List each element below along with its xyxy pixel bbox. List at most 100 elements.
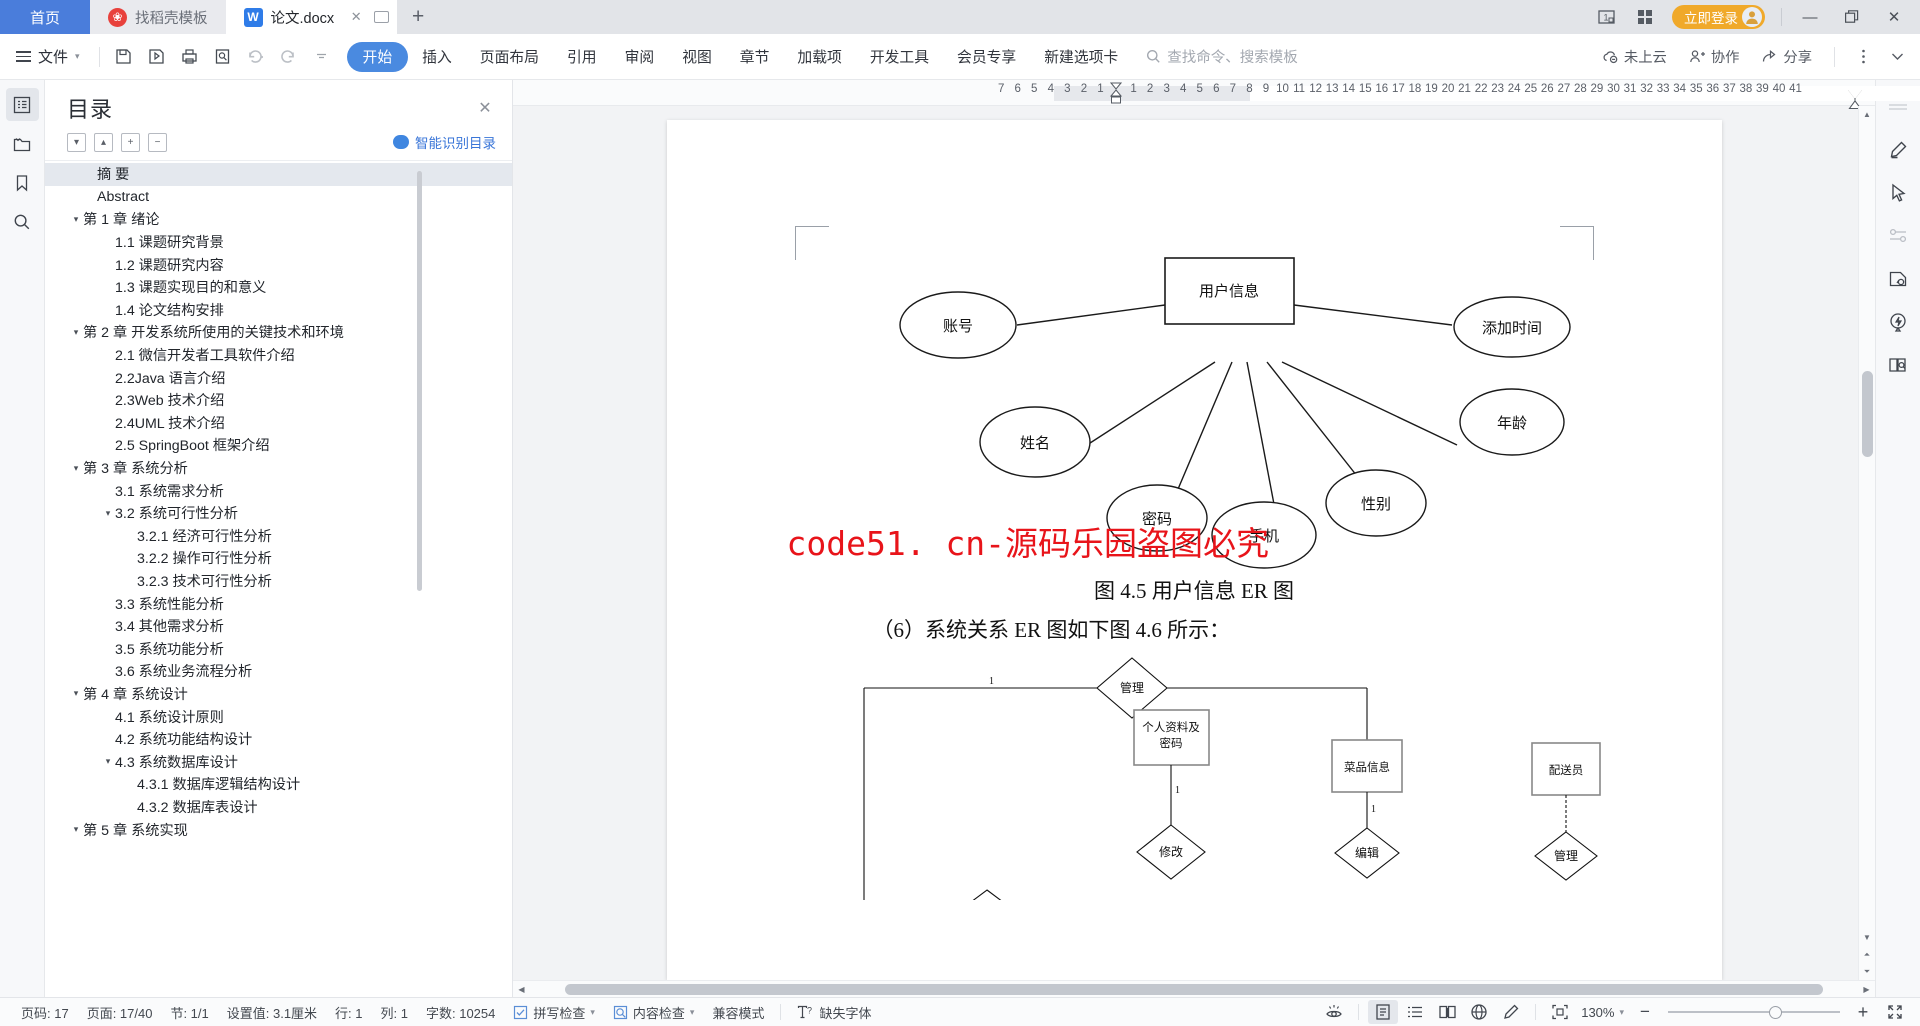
toc-outline-icon[interactable] xyxy=(5,88,39,121)
minus-icon[interactable]: − xyxy=(148,132,167,152)
status-column[interactable]: 列: 1 xyxy=(372,1003,417,1022)
toc-item[interactable]: 4.3.1 数据库逻辑结构设计 xyxy=(45,773,512,796)
cloud-status-button[interactable]: 未上云 xyxy=(1593,42,1676,72)
expand-down-icon[interactable]: ▾ xyxy=(67,132,86,152)
scroll-up-arrow-icon[interactable]: ▲ xyxy=(1859,106,1876,123)
toc-item[interactable]: 3.3 系统性能分析 xyxy=(45,592,512,615)
toc-item[interactable]: 2.4UML 技术介绍 xyxy=(45,412,512,435)
bookmark-icon[interactable] xyxy=(6,166,39,199)
status-spellcheck[interactable]: 拼写检查 ▾ xyxy=(504,1003,604,1022)
print-icon[interactable] xyxy=(175,42,205,72)
grid-view-icon[interactable] xyxy=(1628,2,1662,32)
scroll-left-arrow-icon[interactable]: ◀ xyxy=(513,981,530,998)
save-icon[interactable] xyxy=(109,42,139,72)
more-vertical-icon[interactable] xyxy=(1848,42,1878,72)
ribbon-tab-dev-tools[interactable]: 开发工具 xyxy=(856,42,943,72)
vertical-scroll-track[interactable] xyxy=(1861,123,1873,929)
ribbon-collapse-chevron-down-icon[interactable] xyxy=(1882,42,1912,72)
ribbon-tab-chapter[interactable]: 章节 xyxy=(726,42,784,72)
document-page[interactable]: 用户信息 账号 添加时间 年龄 姓名 密码 手机 性别 code51. cn-源… xyxy=(666,120,1722,980)
next-page-icon[interactable]: ⏷ xyxy=(1859,963,1876,980)
chevron-down-icon[interactable]: ▾ xyxy=(69,688,83,699)
share-button[interactable]: 分享 xyxy=(1752,42,1821,72)
tab-close-icon[interactable]: ✕ xyxy=(348,9,364,25)
ribbon-tab-references[interactable]: 引用 xyxy=(553,42,611,72)
tab-restore-icon[interactable] xyxy=(374,11,390,23)
tab-daoke-template[interactable]: ❀ 找稻壳模板 xyxy=(90,0,226,34)
zoom-out-button[interactable]: − xyxy=(1630,1000,1660,1024)
ribbon-tab-view[interactable]: 视图 xyxy=(668,42,726,72)
reading-view-icon[interactable] xyxy=(1432,1000,1462,1024)
toc-item[interactable]: 3.6 系统业务流程分析 xyxy=(45,660,512,683)
toc-item[interactable]: 4.2 系统功能结构设计 xyxy=(45,728,512,751)
scroll-right-arrow-icon[interactable]: ▶ xyxy=(1858,981,1875,998)
ribbon-tab-member[interactable]: 会员专享 xyxy=(943,42,1030,72)
command-search[interactable]: 查找命令、搜索模板 xyxy=(1146,46,1298,67)
fullscreen-icon[interactable] xyxy=(1880,1000,1910,1024)
toc-item[interactable]: ▾ 4.3 系统数据库设计 xyxy=(45,750,512,773)
toc-item[interactable]: 1.4 论文结构安排 xyxy=(45,299,512,322)
toc-item[interactable]: 3.4 其他需求分析 xyxy=(45,615,512,638)
horizontal-scroll-track[interactable] xyxy=(530,983,1858,995)
chevron-down-icon[interactable]: ▾ xyxy=(101,508,115,519)
plus-icon[interactable]: + xyxy=(121,132,140,152)
pen-highlight-icon[interactable] xyxy=(1882,133,1915,166)
zoom-slider-handle[interactable] xyxy=(1769,1005,1782,1019)
tab-home[interactable]: 首页 xyxy=(0,0,91,34)
collaborate-button[interactable]: 协作 xyxy=(1680,42,1749,72)
collapse-up-icon[interactable]: ▴ xyxy=(94,132,113,152)
ribbon-tab-page-layout[interactable]: 页面布局 xyxy=(466,42,553,72)
folder-open-icon[interactable] xyxy=(6,127,39,160)
redo-icon[interactable] xyxy=(274,42,304,72)
outline-view-icon[interactable] xyxy=(1400,1000,1430,1024)
scroll-down-arrow-icon[interactable]: ▼ xyxy=(1859,929,1876,946)
document-scroll-area[interactable]: 用户信息 账号 添加时间 年龄 姓名 密码 手机 性别 code51. cn-源… xyxy=(513,106,1875,980)
file-menu-button[interactable]: 文件 ▾ xyxy=(0,46,90,67)
document-horizontal-scrollbar[interactable]: ◀ ▶ xyxy=(513,980,1875,997)
status-compat-mode[interactable]: 兼容模式 xyxy=(703,1003,773,1022)
undo-icon[interactable] xyxy=(241,42,271,72)
previous-page-icon[interactable]: ⏶ xyxy=(1859,946,1876,963)
status-word-count[interactable]: 字数: 10254 xyxy=(417,1003,504,1022)
zoom-chevron-down-icon[interactable]: ▾ xyxy=(1619,1007,1624,1018)
status-missing-font[interactable]: ? 缺失字体 xyxy=(788,1003,880,1022)
toc-item[interactable]: 4.1 系统设计原则 xyxy=(45,705,512,728)
print-preview-icon[interactable] xyxy=(208,42,238,72)
single-page-view-icon[interactable]: 1 xyxy=(1592,2,1626,32)
toc-item[interactable]: ▾ 第 3 章 系统分析 xyxy=(45,457,512,480)
chevron-down-icon[interactable]: ▾ xyxy=(69,463,83,474)
zoom-in-button[interactable]: + xyxy=(1848,1000,1878,1024)
focus-eye-icon[interactable] xyxy=(1319,1000,1349,1024)
ribbon-tab-insert[interactable]: 插入 xyxy=(408,42,466,72)
toc-item[interactable]: ▾ 第 1 章 绪论 xyxy=(45,208,512,231)
toc-item[interactable]: ▾ 第 4 章 系统设计 xyxy=(45,683,512,706)
toc-item[interactable]: 摘 要 xyxy=(45,163,512,186)
vertical-scroll-thumb[interactable] xyxy=(1861,371,1873,457)
toc-item[interactable]: 3.5 系统功能分析 xyxy=(45,637,512,660)
smart-toc-button[interactable]: 智能识别目录 xyxy=(393,132,496,152)
fit-page-icon[interactable] xyxy=(1545,1000,1575,1024)
tab-document[interactable]: W 论文.docx ✕ xyxy=(225,0,398,34)
window-close-button[interactable]: ✕ xyxy=(1874,1,1914,33)
toc-item[interactable]: 2.1 微信开发者工具软件介绍 xyxy=(45,344,512,367)
cursor-select-icon[interactable] xyxy=(1882,176,1915,209)
book-search-icon[interactable] xyxy=(1882,348,1915,381)
toc-item[interactable]: Abstract xyxy=(45,186,512,209)
indent-marker-left[interactable] xyxy=(1109,82,1123,104)
window-restore-button[interactable] xyxy=(1832,1,1872,33)
save-as-icon[interactable] xyxy=(142,42,172,72)
status-setting-value[interactable]: 设置值: 3.1厘米 xyxy=(218,1003,326,1022)
toc-item[interactable]: 3.1 系统需求分析 xyxy=(45,479,512,502)
chevron-down-icon[interactable]: ▾ xyxy=(69,824,83,835)
toc-item[interactable]: ▾ 第 2 章 开发系统所使用的关键技术和环境 xyxy=(45,321,512,344)
chevron-down-icon[interactable]: ▾ xyxy=(69,327,83,338)
ribbon-tab-new-tab[interactable]: 新建选项卡 xyxy=(1030,42,1132,72)
sliders-icon[interactable] xyxy=(1882,219,1915,252)
page-view-icon[interactable] xyxy=(1368,1000,1399,1024)
toc-item[interactable]: 3.2.1 经济可行性分析 xyxy=(45,525,512,548)
ribbon-tab-addins[interactable]: 加载项 xyxy=(783,42,855,72)
new-tab-button[interactable]: + xyxy=(397,0,439,34)
toc-item[interactable]: 2.3Web 技术介绍 xyxy=(45,389,512,412)
toc-item[interactable]: 1.1 课题研究背景 xyxy=(45,231,512,254)
toc-item[interactable]: 3.2.3 技术可行性分析 xyxy=(45,570,512,593)
